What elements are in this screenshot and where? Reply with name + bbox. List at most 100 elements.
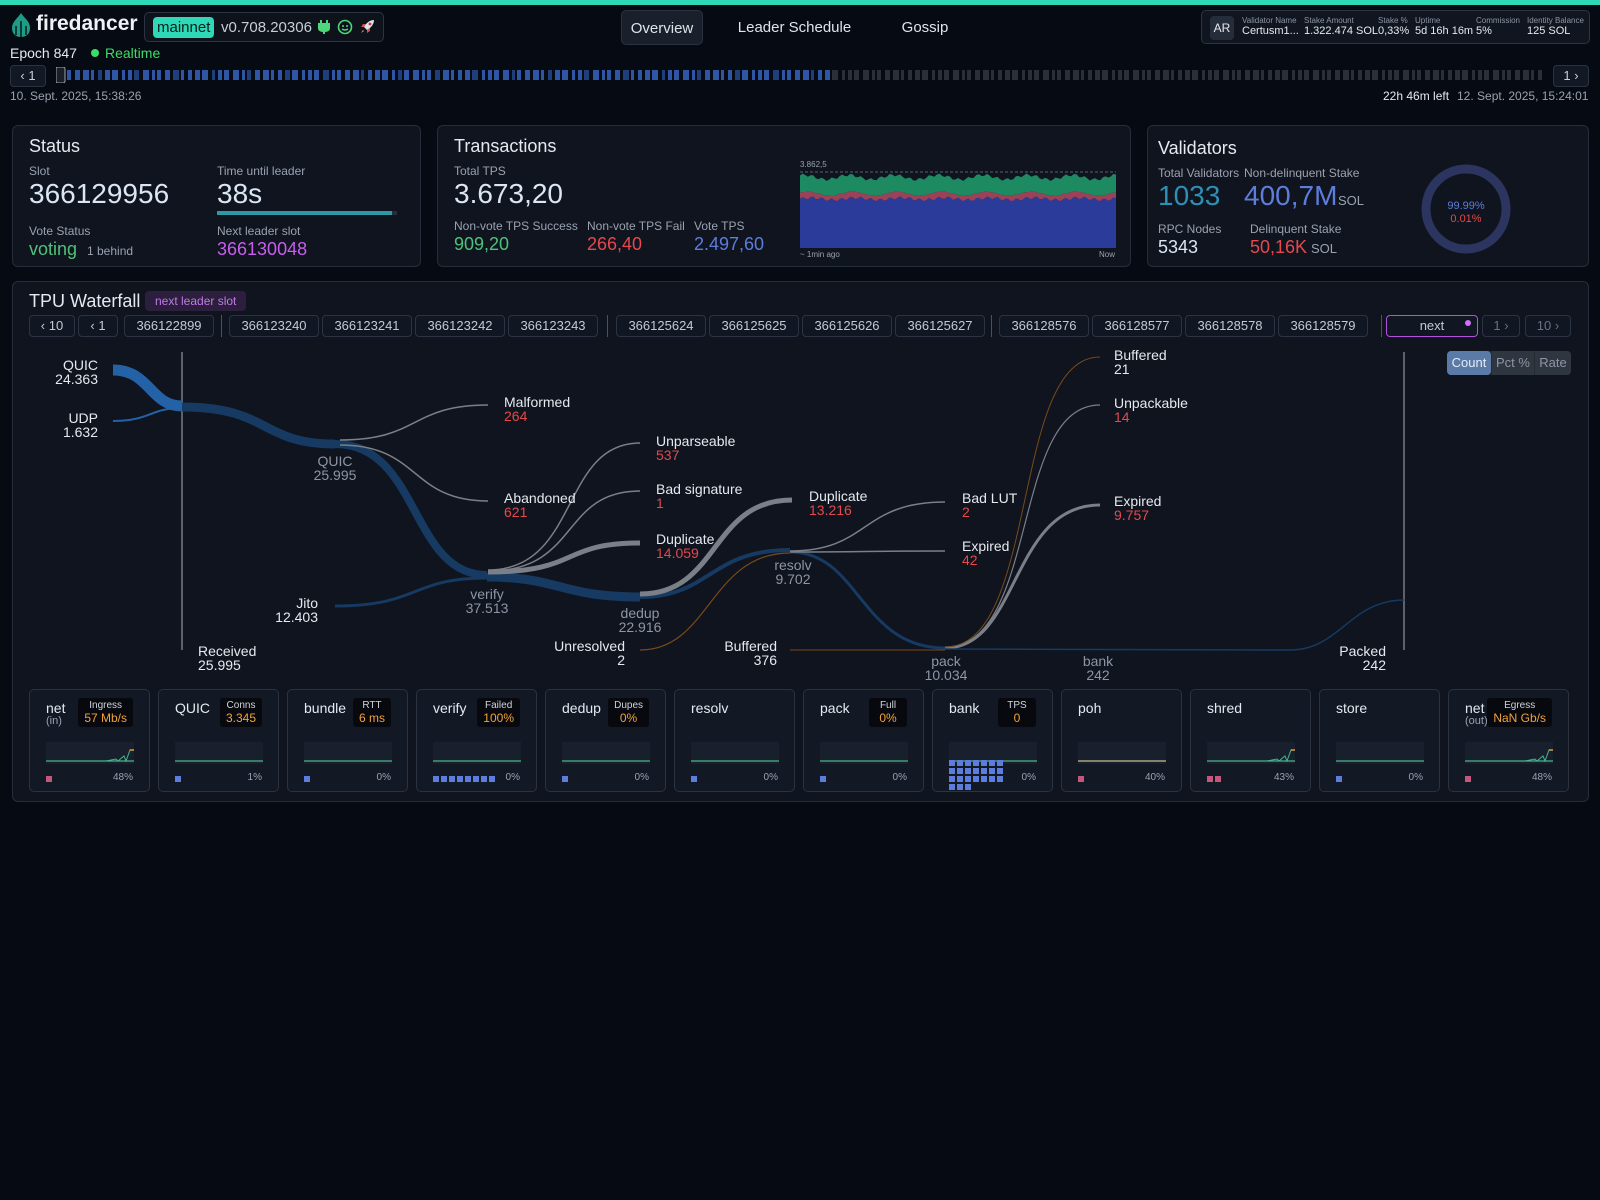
epoch-slot-block <box>872 70 875 80</box>
slot-button[interactable]: 366128579 <box>1278 315 1368 337</box>
epoch-slot-block <box>854 70 859 80</box>
slot-button[interactable]: 366128578 <box>1185 315 1275 337</box>
epoch-next-button[interactable]: 1 › <box>1553 65 1589 87</box>
epoch-slot-block <box>803 70 809 80</box>
nv-success-value: 909,20 <box>454 234 510 254</box>
slot-button[interactable]: 366125627 <box>895 315 985 337</box>
epoch-slot-block <box>758 70 762 80</box>
tile-utilization: 0% <box>892 772 907 783</box>
node-malformed: Malformed 264 <box>504 394 571 424</box>
epoch-slot-block <box>404 70 409 80</box>
tile-resolv[interactable]: resolv 0% <box>674 689 795 792</box>
node-received: Received 25.995 <box>198 643 257 673</box>
forward-10-button[interactable]: 10 › <box>1525 315 1571 337</box>
tile-bank[interactable]: bank TPS 0 0% <box>932 689 1053 792</box>
tab-gossip[interactable]: Gossip <box>890 10 960 45</box>
slot-button[interactable]: 366128576 <box>999 315 1089 337</box>
epoch-slot-block <box>1433 70 1439 80</box>
tile-utilization: 40% <box>1144 772 1165 783</box>
slot-button[interactable]: 366125625 <box>709 315 799 337</box>
tile-utilization: 48% <box>112 772 133 783</box>
node-bad-signature: Bad signature 1 <box>656 481 743 511</box>
epoch-slot-block <box>398 70 402 80</box>
epoch-slot-block <box>1088 70 1092 80</box>
epoch-slot-block <box>1351 70 1354 80</box>
tab-leader-schedule[interactable]: Leader Schedule <box>731 10 858 45</box>
status-title: Status <box>29 136 81 156</box>
tile-shred[interactable]: shred 43% <box>1190 689 1311 792</box>
tile-net-in[interactable]: net (in) Ingress 57 Mb/s 48% <box>29 689 150 792</box>
tile-store[interactable]: store 0% <box>1319 689 1440 792</box>
epoch-slot-block <box>832 70 838 80</box>
epoch-slot-block <box>885 70 890 80</box>
status-card: Status Slot 366129956 Time until leader … <box>12 125 421 267</box>
epoch-slot-block <box>1245 70 1250 80</box>
identity-box[interactable]: AR Validator Name Certusm1... Stake Amoun… <box>1201 10 1590 44</box>
epoch-slot-block <box>742 70 748 80</box>
tile-badge: Failed 100% <box>477 698 520 727</box>
epoch-slot-block <box>1178 70 1182 80</box>
tile-poh[interactable]: poh 40% <box>1061 689 1182 792</box>
vote-tps-label: Vote TPS <box>694 219 745 233</box>
epoch-slot-block <box>1382 70 1385 80</box>
epoch-timeline[interactable] <box>55 66 1546 84</box>
epoch-slot-block <box>578 70 582 80</box>
tile-core-dots <box>46 770 54 785</box>
back-10-button[interactable]: ‹ 10 <box>29 315 75 337</box>
tile-verify[interactable]: verify Failed 100% 0% <box>416 689 537 792</box>
chevron-left-icon: ‹ <box>90 318 95 333</box>
tile-name: QUIC <box>175 700 210 716</box>
tab-overview[interactable]: Overview <box>621 10 703 45</box>
slot-button[interactable]: 366123243 <box>508 315 598 337</box>
epoch-slot-block <box>368 70 372 80</box>
epoch-slot-block <box>1515 70 1520 80</box>
epoch-slot-block <box>645 70 650 80</box>
epoch-slot-block <box>165 70 170 80</box>
tile-quic[interactable]: QUIC Conns 3.345 1% <box>158 689 279 792</box>
tile-utilization: 0% <box>1021 772 1036 783</box>
tile-name: bank <box>949 700 980 716</box>
epoch-prev-button[interactable]: ‹ 1 <box>10 65 46 87</box>
tile-utilization: 43% <box>1273 772 1294 783</box>
epoch-slot-block <box>382 70 388 80</box>
epoch-slot-block <box>533 70 539 80</box>
epoch-slot-block <box>427 70 431 80</box>
tile-core-dots <box>1078 770 1086 785</box>
tile-core-dots <box>949 760 1009 792</box>
stake-unit: SOL <box>1338 193 1365 208</box>
epoch-slot-block <box>638 70 642 80</box>
epoch-start-time: 10. Sept. 2025, 15:38:26 <box>10 89 142 103</box>
tile-badge: Full 0% <box>869 698 907 727</box>
realtime-dot-icon <box>91 49 99 57</box>
epoch-slot-block <box>1412 70 1415 80</box>
realtime-indicator[interactable]: Realtime <box>105 45 160 61</box>
tile-name: dedup <box>562 700 601 716</box>
tile-net-out[interactable]: net (out) Egress NaN Gb/s 48% <box>1448 689 1569 792</box>
back-1-button[interactable]: ‹ 1 <box>78 315 118 337</box>
epoch-slot-block <box>1065 70 1070 80</box>
slot-button[interactable]: 366123241 <box>322 315 412 337</box>
tile-utilization: 48% <box>1531 772 1552 783</box>
tile-pack[interactable]: pack Full 0% 0% <box>803 689 924 792</box>
tile-dedup[interactable]: dedup Dupes 0% 0% <box>545 689 666 792</box>
epoch-slot-block <box>674 70 679 80</box>
forward-1-button[interactable]: 1 › <box>1482 315 1520 337</box>
epoch-slot-block <box>1155 70 1160 80</box>
total-validators-label: Total Validators <box>1158 166 1240 180</box>
epoch-slot-block <box>1403 70 1409 80</box>
epoch-slot-block <box>1253 70 1259 80</box>
tile-name: verify <box>433 700 467 716</box>
node-expired-2: Expired 9.757 <box>1114 493 1162 523</box>
slot-button[interactable]: 366125626 <box>802 315 892 337</box>
slot-button[interactable]: 366123240 <box>229 315 319 337</box>
slot-button[interactable]: 366123242 <box>415 315 505 337</box>
epoch-slot-block <box>1394 70 1399 80</box>
tile-bundle[interactable]: bundle RTT 6 ms 0% <box>287 689 408 792</box>
slot-button[interactable]: 366122899 <box>124 315 214 337</box>
slot-button[interactable]: 366125624 <box>616 315 706 337</box>
epoch-slot-block <box>991 70 994 80</box>
slot-button[interactable]: 366128577 <box>1092 315 1182 337</box>
epoch-slot-block <box>944 70 949 80</box>
next-slot-button[interactable]: next <box>1386 315 1478 337</box>
epoch-slot-block <box>1441 70 1444 80</box>
